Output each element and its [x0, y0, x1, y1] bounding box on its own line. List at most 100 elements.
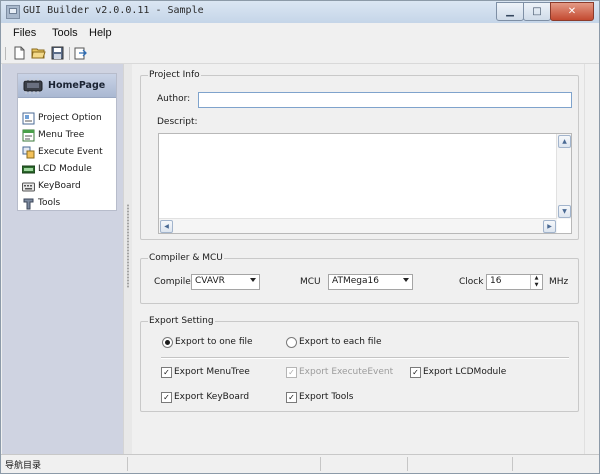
main-pane: Project Info Author: Descript: ▲ ▼ ◀ ▶ C… [132, 64, 583, 454]
chip-icon [20, 75, 46, 96]
export-one-file-label[interactable]: Export to one file [175, 337, 253, 347]
chevron-down-icon [403, 278, 409, 282]
window-title: GUI Builder v2.0.0.11 - Sample [23, 5, 204, 16]
nav-item-label: KeyBoard [38, 181, 81, 191]
clock-stepper[interactable]: 16 ▲ ▼ [486, 274, 543, 290]
compiler-select[interactable]: CVAVR [191, 274, 260, 290]
nav-item-keyboard[interactable]: KeyBoard [22, 180, 114, 194]
descript-textarea[interactable]: ▲ ▼ ◀ ▶ [158, 133, 572, 234]
export-menutree-label[interactable]: Export MenuTree [174, 367, 250, 377]
navigation-pane: HomePage Project Option Menu Tree Execut… [2, 64, 123, 454]
mcu-select[interactable]: ATMega16 [328, 274, 413, 290]
author-input[interactable] [198, 92, 572, 108]
close-icon: ✕ [567, 5, 577, 17]
arrow-down-icon: ▼ [562, 207, 567, 215]
menu-bar: Files Tools Help [1, 23, 599, 45]
nav-header-label: HomePage [48, 80, 106, 91]
export-executeevent-checkbox: ✓ [286, 367, 297, 378]
nav-item-execute-event[interactable]: Execute Event [22, 146, 114, 160]
toolbar-grip [5, 47, 6, 60]
export-tools-label[interactable]: Export Tools [299, 392, 354, 402]
keyboard-icon [22, 180, 35, 193]
execute-event-icon [22, 146, 35, 159]
main-vertical-scrollbar[interactable] [584, 64, 599, 454]
nav-header-homepage[interactable]: HomePage [18, 74, 116, 98]
export-lcdmodule-label[interactable]: Export LCDModule [423, 367, 506, 377]
maximize-button[interactable]: □ [523, 2, 551, 21]
maximize-icon: □ [532, 5, 542, 17]
compiler-label: Compiler [154, 277, 195, 287]
scroll-left-button[interactable]: ◀ [160, 220, 173, 233]
group-title: Compiler & MCU [148, 253, 224, 263]
mcu-label: MCU [300, 277, 321, 287]
group-title: Project Info [148, 70, 201, 80]
stepper-up-icon[interactable]: ▲ [530, 275, 542, 282]
descript-vertical-scrollbar[interactable]: ▲ ▼ [556, 134, 571, 219]
window-controls: ▁ □ ✕ [496, 2, 594, 21]
export-each-file-label[interactable]: Export to each file [299, 337, 382, 347]
title-bar[interactable]: GUI Builder v2.0.0.11 - Sample ▁ □ ✕ [1, 1, 599, 23]
open-folder-icon[interactable] [31, 46, 46, 60]
descript-horizontal-scrollbar[interactable]: ◀ ▶ [159, 218, 557, 233]
app-window: GUI Builder v2.0.0.11 - Sample ▁ □ ✕ Fil… [0, 0, 600, 474]
arrow-left-icon: ◀ [164, 222, 169, 230]
menu-files[interactable]: Files [11, 26, 38, 40]
nav-item-project-option[interactable]: Project Option [22, 112, 114, 126]
menu-tools[interactable]: Tools [50, 26, 80, 40]
arrow-up-icon: ▲ [562, 137, 567, 145]
nav-item-label: Menu Tree [38, 130, 85, 140]
app-icon [6, 5, 20, 19]
export-menutree-checkbox[interactable]: ✓ [161, 367, 172, 378]
nav-item-tools[interactable]: Tools [22, 197, 114, 211]
export-tools-checkbox[interactable]: ✓ [286, 392, 297, 403]
nav-item-lcd-module[interactable]: LCD Module [21, 163, 114, 177]
save-icon[interactable] [50, 46, 65, 60]
mcu-value: ATMega16 [332, 276, 379, 286]
status-text: 导航目录 [5, 461, 42, 471]
descript-label: Descript: [157, 117, 198, 127]
clock-unit: MHz [549, 277, 569, 287]
export-one-file-radio[interactable] [162, 337, 173, 348]
toolbar-separator [69, 47, 70, 60]
minimize-icon: ▁ [506, 5, 514, 17]
nav-item-label: Project Option [38, 113, 102, 123]
chevron-down-icon [250, 278, 256, 282]
toolbar [1, 44, 599, 64]
scroll-right-button[interactable]: ▶ [543, 220, 556, 233]
close-button[interactable]: ✕ [550, 2, 594, 21]
author-label: Author: [157, 94, 191, 104]
new-file-icon[interactable] [12, 46, 27, 60]
nav-item-label: Tools [38, 198, 61, 208]
export-setting-group: Export Setting Export to one file Export… [140, 316, 579, 412]
clock-value: 16 [490, 276, 502, 286]
divider [161, 357, 569, 359]
nav-item-menu-tree[interactable]: Menu Tree [22, 129, 114, 143]
lcd-module-icon [21, 163, 36, 176]
project-option-icon [22, 112, 35, 125]
nav-item-label: Execute Event [38, 147, 103, 157]
export-icon[interactable] [73, 46, 88, 60]
scroll-down-button[interactable]: ▼ [558, 205, 571, 218]
nav-item-label: LCD Module [38, 164, 92, 174]
navigation-box: HomePage Project Option Menu Tree Execut… [17, 73, 117, 211]
arrow-right-icon: ▶ [547, 222, 552, 230]
export-each-file-radio[interactable] [286, 337, 297, 348]
project-info-group: Project Info Author: Descript: ▲ ▼ ◀ ▶ [140, 70, 579, 240]
status-bar: 导航目录 [1, 454, 599, 473]
compiler-mcu-group: Compiler & MCU Compiler CVAVR MCU ATMega… [140, 253, 579, 304]
scroll-up-button[interactable]: ▲ [558, 135, 571, 148]
minimize-button[interactable]: ▁ [496, 2, 524, 21]
menu-help[interactable]: Help [87, 26, 114, 40]
tools-icon [22, 197, 35, 210]
group-title: Export Setting [148, 316, 215, 326]
status-divider [407, 457, 408, 471]
menu-tree-icon [22, 129, 35, 142]
stepper-down-icon[interactable]: ▼ [530, 282, 542, 289]
export-lcdmodule-checkbox[interactable]: ✓ [410, 367, 421, 378]
splitter-grip [127, 204, 129, 288]
compiler-value: CVAVR [195, 276, 225, 286]
status-divider [127, 457, 128, 471]
export-keyboard-label[interactable]: Export KeyBoard [174, 392, 249, 402]
export-keyboard-checkbox[interactable]: ✓ [161, 392, 172, 403]
export-executeevent-label: Export ExecuteEvent [299, 367, 394, 377]
